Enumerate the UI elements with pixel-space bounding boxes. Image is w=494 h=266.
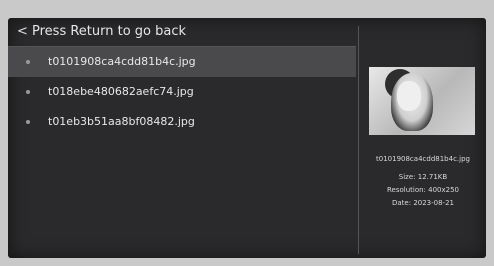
info-filename: t0101908ca4cdd81b4c.jpg (376, 155, 470, 163)
file-list-pane: < Press Return to go back t0101908ca4cdd… (8, 18, 356, 258)
file-name: t0101908ca4cdd81b4c.jpg (48, 55, 196, 68)
bullet-icon (26, 120, 30, 124)
back-chevron-icon[interactable]: < (17, 18, 28, 46)
bullet-icon (26, 60, 30, 64)
back-header[interactable]: < Press Return to go back (8, 18, 356, 47)
file-list-item[interactable]: t0101908ca4cdd81b4c.jpg (8, 47, 356, 77)
file-list-item[interactable]: t01eb3b51aa8bf08482.jpg (8, 107, 356, 137)
file-browser-screen: < Press Return to go back t0101908ca4cdd… (8, 18, 486, 258)
file-name: t01eb3b51aa8bf08482.jpg (48, 115, 195, 128)
info-date: Date: 2023-08-21 (392, 199, 454, 207)
image-preview (369, 67, 475, 135)
preview-face-shape (397, 81, 421, 111)
file-list: t0101908ca4cdd81b4c.jpg t018ebe480682aef… (8, 47, 356, 137)
file-name: t018ebe480682aefc74.jpg (48, 85, 194, 98)
pane-divider (358, 26, 359, 254)
back-header-title: Press Return to go back (32, 24, 187, 39)
info-size: Size: 12.71KB (398, 173, 448, 181)
file-list-item[interactable]: t018ebe480682aefc74.jpg (8, 77, 356, 107)
bullet-icon (26, 90, 30, 94)
file-info-pane: t0101908ca4cdd81b4c.jpg Size: 12.71KB Re… (360, 18, 486, 258)
info-resolution: Resolution: 400x250 (386, 186, 460, 194)
